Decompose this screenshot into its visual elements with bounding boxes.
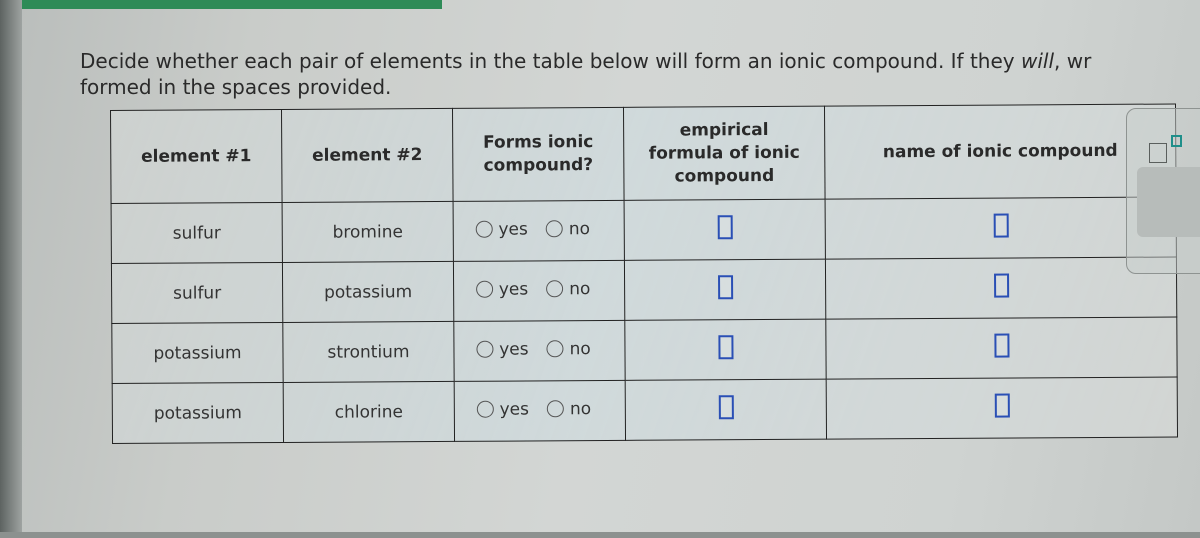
header-compound-name: name of ionic compound (824, 103, 1177, 200)
formula-input[interactable] (717, 275, 733, 300)
forms-ionic-radio-group: yes no (476, 399, 603, 420)
yes-radio[interactable] (475, 220, 493, 239)
table-row: sulfur bromine yes no (111, 196, 1177, 264)
screen-bottom-edge (0, 532, 1200, 538)
element-2-cell: chlorine (283, 381, 455, 443)
table-row: sulfur potassium yes no (111, 256, 1177, 324)
formula-cell (624, 259, 826, 321)
no-label[interactable]: no (569, 279, 590, 299)
no-label[interactable]: no (569, 219, 590, 239)
table-header-row: element #1 element #2 Forms ionic compou… (110, 103, 1177, 204)
forms-ionic-cell: yes no (454, 380, 626, 442)
math-tools-panel: › (1126, 108, 1200, 274)
ionic-compound-table: element #1 element #2 Forms ionic compou… (110, 103, 1179, 444)
no-radio[interactable] (546, 280, 564, 298)
forms-ionic-radio-group: yes no (476, 339, 603, 360)
no-radio[interactable] (546, 400, 564, 418)
header-empirical-formula: empirical formula of ionic compound (623, 106, 826, 201)
element-2-cell: strontium (282, 321, 455, 383)
no-radio[interactable] (545, 220, 563, 238)
name-cell (825, 196, 1177, 260)
yes-radio[interactable] (475, 280, 493, 299)
yes-label[interactable]: yes (498, 219, 528, 239)
table-row: potassium chlorine yes no (112, 376, 1178, 444)
element-2-cell: bromine (282, 201, 454, 263)
forms-ionic-radio-group: yes no (475, 279, 603, 300)
name-cell (826, 376, 1178, 440)
no-label[interactable]: no (570, 339, 591, 359)
name-input[interactable] (993, 333, 1010, 358)
element-1-cell: potassium (111, 322, 284, 384)
forms-ionic-cell: yes no (453, 320, 626, 382)
forms-ionic-cell: yes no (453, 260, 625, 322)
element-2-cell: potassium (282, 261, 454, 323)
forms-ionic-radio-group: yes no (475, 219, 602, 240)
question-prompt: Decide whether each pair of elements in … (80, 48, 1200, 100)
no-radio[interactable] (546, 340, 564, 358)
yes-label[interactable]: yes (499, 339, 529, 359)
table-row: potassium strontium yes no (111, 316, 1178, 384)
prompt-line-2: formed in the spaces provided. (80, 75, 392, 99)
yes-radio[interactable] (476, 400, 494, 419)
name-input[interactable] (993, 213, 1009, 238)
prompt-line-1: Decide whether each pair of elements in … (80, 49, 1092, 73)
superscript-base-box (1149, 143, 1167, 163)
element-1-cell: sulfur (111, 262, 283, 324)
no-label[interactable]: no (570, 399, 591, 419)
yes-label[interactable]: yes (499, 279, 529, 299)
name-cell (825, 316, 1178, 380)
element-1-cell: sulfur (111, 202, 283, 264)
formula-input[interactable] (717, 215, 733, 240)
superscript-template-icon[interactable] (1149, 135, 1189, 165)
formula-cell (625, 379, 827, 441)
next-button[interactable]: › (1137, 167, 1200, 237)
name-input[interactable] (993, 273, 1009, 298)
screen-bezel-edge (0, 0, 22, 538)
forms-ionic-cell: yes no (453, 200, 625, 262)
element-1-cell: potassium (112, 382, 284, 444)
header-forms-ionic: Forms ionic compound? (452, 107, 625, 202)
name-cell (825, 256, 1177, 320)
header-element-1: element #1 (110, 109, 283, 204)
prompt-emphasis: will (1020, 49, 1054, 73)
header-accent-bar (22, 0, 442, 9)
formula-cell (624, 319, 827, 381)
superscript-exponent-box (1171, 135, 1182, 147)
formula-cell (624, 199, 826, 261)
formula-input[interactable] (717, 335, 734, 360)
name-input[interactable] (994, 393, 1010, 418)
formula-input[interactable] (718, 395, 734, 420)
yes-radio[interactable] (476, 340, 494, 359)
header-element-2: element #2 (281, 108, 454, 203)
yes-label[interactable]: yes (499, 399, 529, 419)
